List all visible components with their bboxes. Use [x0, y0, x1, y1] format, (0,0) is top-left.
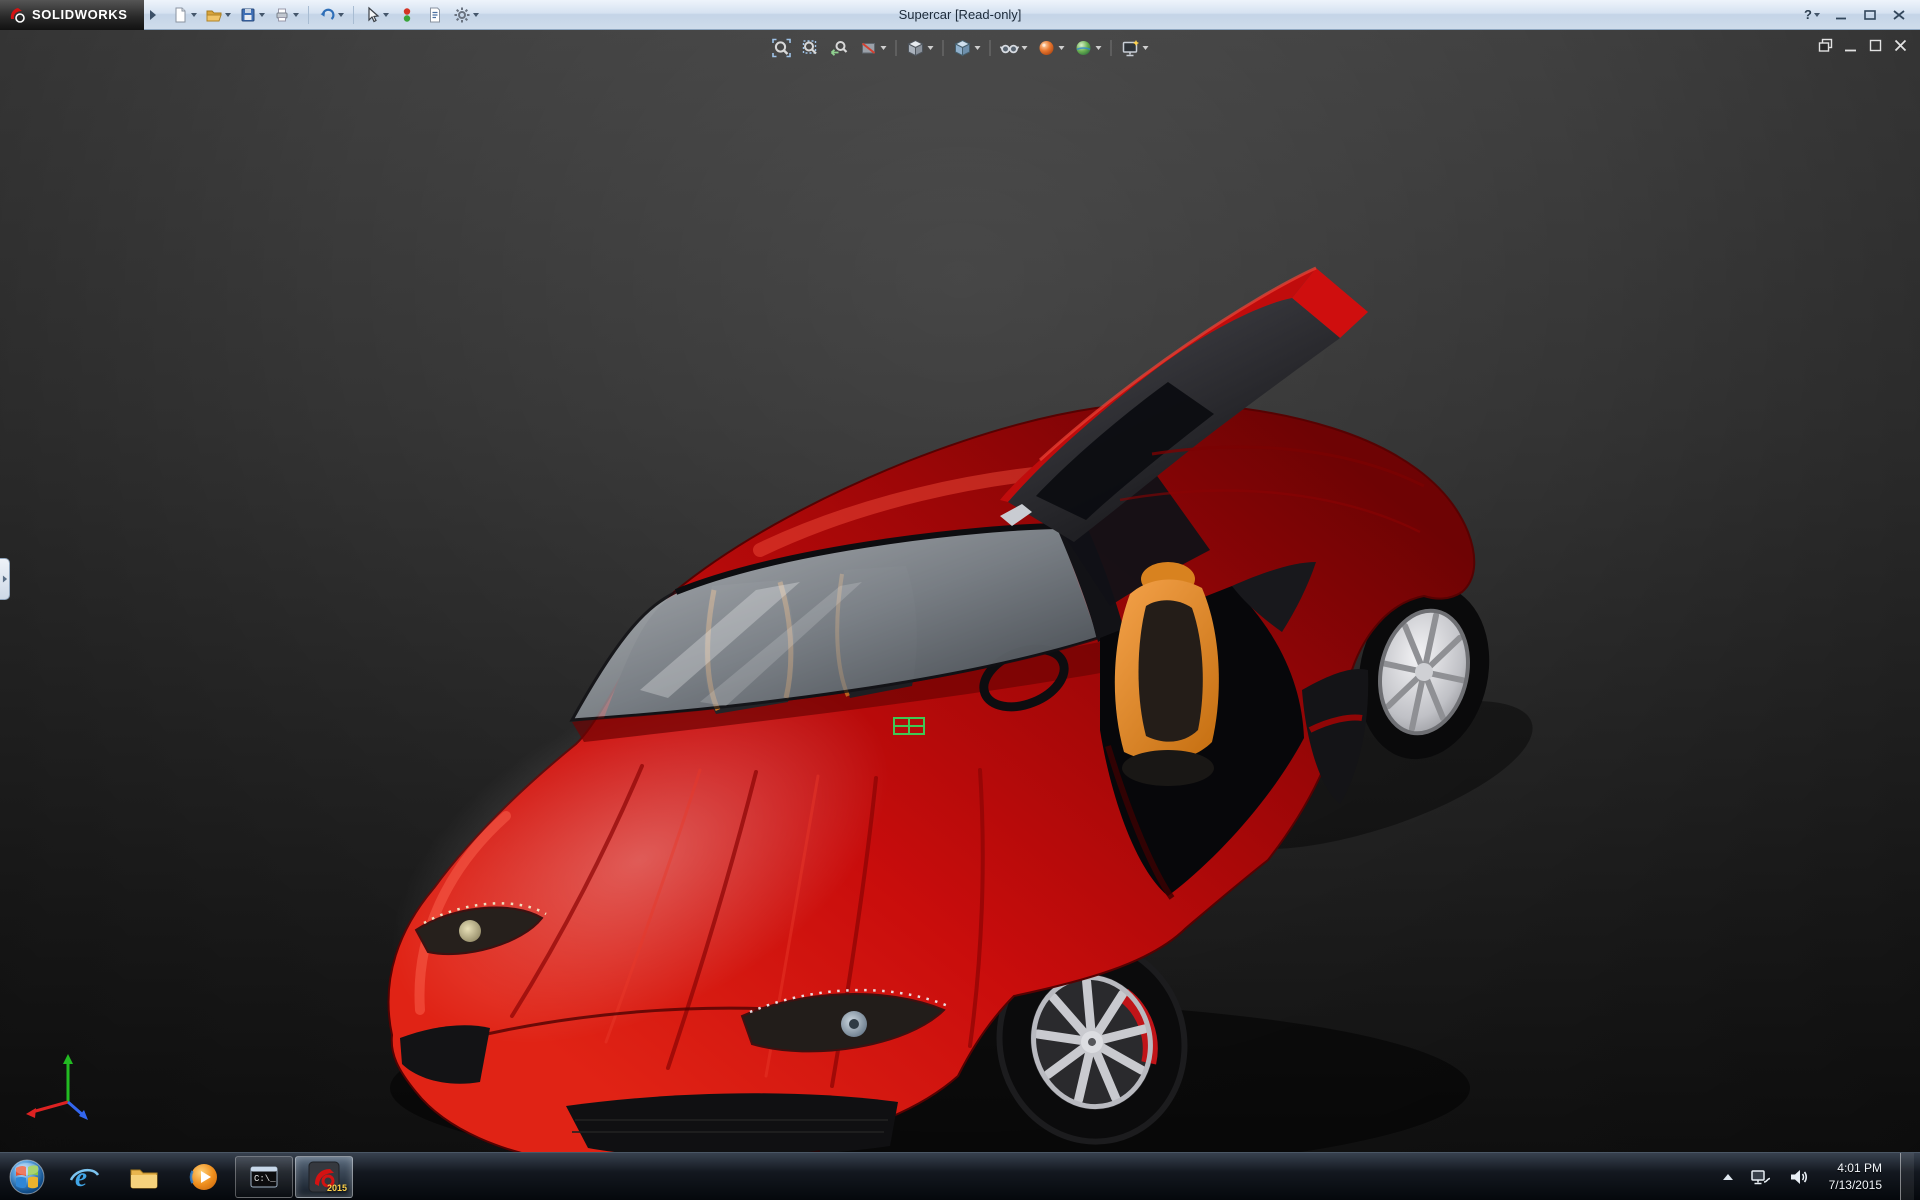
new-document-icon [171, 6, 189, 24]
graphics-area[interactable]: *Dimetric [0, 30, 1920, 1152]
solidworks-window: SOLIDWORKS [0, 0, 1920, 1200]
select-tool-button[interactable] [360, 3, 392, 27]
display-style-cube-icon [953, 38, 973, 58]
hide-show-glasses-icon [1000, 38, 1020, 58]
minimize-button[interactable] [1828, 4, 1854, 26]
minimize-icon [1835, 10, 1847, 20]
edit-appearance-button[interactable] [1034, 36, 1068, 60]
doc-close-button[interactable] [1891, 36, 1910, 55]
headsup-view-toolbar [769, 36, 1152, 60]
expand-panel-chevron-icon [2, 576, 6, 583]
hidden-icons-chevron-icon [1723, 1174, 1733, 1180]
open-document-button[interactable] [202, 3, 234, 27]
hidden-icons-button[interactable] [1721, 1153, 1735, 1200]
taskbar-item-windows-explorer[interactable] [115, 1156, 173, 1198]
doc-new-window-button[interactable] [1816, 36, 1835, 55]
volume-tray-button[interactable] [1785, 1153, 1811, 1200]
edit-appearance-sphere-icon [1037, 38, 1057, 58]
help-label: ? [1804, 7, 1812, 22]
zoom-to-area-button[interactable] [798, 36, 824, 60]
view-orientation-cube-icon [906, 38, 926, 58]
solidworks-version-badge: 2015 [327, 1183, 347, 1193]
volume-icon [1787, 1166, 1809, 1188]
media-player-icon [188, 1161, 220, 1193]
document-window-controls [1816, 36, 1910, 55]
new-document-button[interactable] [168, 3, 200, 27]
previous-view-icon [830, 38, 850, 58]
clock-time: 4:01 PM [1829, 1160, 1882, 1176]
doc-minimize-button[interactable] [1841, 36, 1860, 55]
taskbar-item-solidworks[interactable]: 2015 [295, 1156, 353, 1198]
system-tray: 4:01 PM 7/13/2015 [1721, 1153, 1920, 1200]
start-button[interactable] [0, 1153, 54, 1200]
save-floppy-icon [239, 6, 257, 24]
undo-arrow-icon [318, 6, 336, 24]
car-model[interactable] [0, 30, 1920, 1152]
window-controls: ? [1799, 4, 1920, 26]
titlebar: SOLIDWORKS [0, 0, 1920, 30]
solidworks-logo: SOLIDWORKS [0, 0, 144, 30]
apply-scene-button[interactable] [1071, 36, 1105, 60]
taskbar-item-media-player[interactable] [175, 1156, 233, 1198]
apply-scene-sphere-icon [1074, 38, 1094, 58]
help-button[interactable]: ? [1799, 4, 1825, 26]
clock-date: 7/13/2015 [1829, 1177, 1882, 1193]
view-orientation-button[interactable] [903, 36, 937, 60]
maximize-icon [1864, 10, 1876, 20]
hide-show-items-button[interactable] [997, 36, 1031, 60]
start-orb-icon [8, 1158, 46, 1196]
view-settings-monitor-icon [1121, 38, 1141, 58]
network-icon [1749, 1166, 1771, 1188]
doc-minimize-icon [1843, 38, 1858, 53]
printer-icon [273, 6, 291, 24]
solidworks-logo-icon [8, 6, 26, 24]
logo-text: SOLIDWORKS [32, 7, 128, 22]
rebuild-traffic-light-icon [398, 6, 416, 24]
orientation-triad [20, 1050, 98, 1128]
doc-restore-icon [1868, 38, 1883, 53]
standard-toolbar [168, 3, 482, 27]
undo-button[interactable] [315, 3, 347, 27]
file-properties-icon [426, 6, 444, 24]
network-tray-button[interactable] [1747, 1153, 1773, 1200]
folder-icon [128, 1161, 160, 1193]
svg-text:C:\_: C:\_ [254, 1174, 276, 1184]
view-orientation-label: *Dimetric [14, 1134, 75, 1151]
zoom-to-area-icon [801, 38, 821, 58]
window-title: Supercar [Read-only] [899, 7, 1022, 22]
taskbar-item-command-prompt[interactable]: C:\_ [235, 1156, 293, 1198]
show-desktop-button[interactable] [1900, 1153, 1914, 1200]
options-gear-icon [453, 6, 471, 24]
file-properties-button[interactable] [422, 3, 448, 27]
maximize-button[interactable] [1857, 4, 1883, 26]
display-style-button[interactable] [950, 36, 984, 60]
menu-expand-chevron[interactable] [150, 10, 156, 20]
taskbar-item-internet-explorer[interactable]: e [55, 1156, 113, 1198]
svg-text:e: e [75, 1162, 87, 1192]
rebuild-button[interactable] [394, 3, 420, 27]
save-button[interactable] [236, 3, 268, 27]
zoom-to-fit-icon [772, 38, 792, 58]
previous-view-button[interactable] [827, 36, 853, 60]
doc-close-icon [1893, 38, 1908, 53]
view-settings-button[interactable] [1118, 36, 1152, 60]
taskbar: e C:\_ [0, 1152, 1920, 1200]
close-button[interactable] [1886, 4, 1912, 26]
command-prompt-icon: C:\_ [248, 1161, 280, 1193]
doc-restore-button[interactable] [1866, 36, 1885, 55]
internet-explorer-icon: e [68, 1161, 100, 1193]
section-view-button[interactable] [856, 36, 890, 60]
section-view-icon [859, 38, 879, 58]
print-button[interactable] [270, 3, 302, 27]
close-icon [1893, 10, 1905, 20]
feature-panel-collapsed-tab[interactable] [0, 558, 10, 600]
options-button[interactable] [450, 3, 482, 27]
doc-new-window-icon [1818, 38, 1833, 53]
taskbar-clock[interactable]: 4:01 PM 7/13/2015 [1823, 1160, 1888, 1192]
zoom-to-fit-button[interactable] [769, 36, 795, 60]
open-folder-icon [205, 6, 223, 24]
front-grille [566, 1093, 898, 1152]
select-cursor-icon [363, 6, 381, 24]
